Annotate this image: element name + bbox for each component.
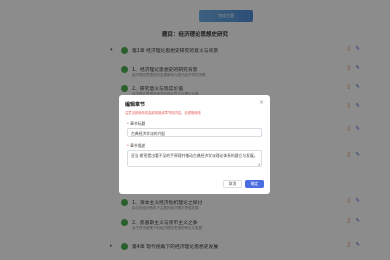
cancel-button[interactable]: 取消 [223, 180, 242, 188]
required-mark: * [127, 121, 129, 126]
dialog-title: 编辑章节 [125, 102, 146, 108]
edit-chapter-dialog: 编辑章节 × 注意当前修改将会影响到该章节的内容，请谨慎修改 * 章节标题 古典… [119, 95, 270, 194]
resize-handle-icon[interactable]: ◢ [258, 162, 260, 166]
close-icon[interactable]: × [259, 99, 264, 106]
chapter-title-label-text: 章节标题 [130, 121, 146, 126]
chapter-desc-label: * 章节描述 [127, 143, 145, 149]
chapter-title-input[interactable]: 古典经济学派的兴起 [127, 128, 262, 137]
warning-text: 注意当前修改将会影响到该章节的内容，请谨慎修改 [125, 111, 201, 115]
chapter-desc-textarea[interactable]: 亚当·斯密提出看不见的手原理并推动古典经济学派理论体系的建立与发展。 ◢ [127, 150, 262, 167]
confirm-button[interactable]: 确定 [245, 180, 264, 188]
chapter-title-label: * 章节标题 [127, 121, 145, 127]
chapter-desc-label-text: 章节描述 [130, 143, 146, 148]
required-mark: * [127, 143, 129, 148]
chapter-desc-value: 亚当·斯密提出看不见的手原理并推动古典经济学派理论体系的建立与发展。 [131, 153, 258, 158]
